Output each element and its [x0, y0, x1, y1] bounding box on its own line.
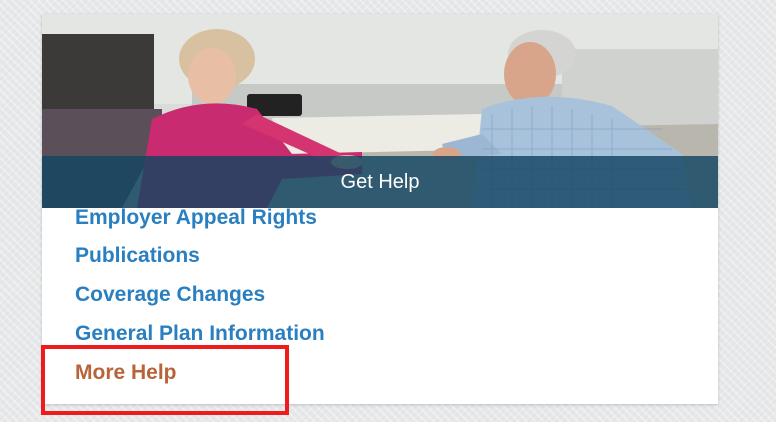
- get-help-caption-band[interactable]: Get Help: [42, 156, 718, 208]
- more-help-highlight-box: [41, 345, 289, 415]
- link-general-plan-information[interactable]: General Plan Information: [75, 322, 325, 346]
- link-coverage-changes[interactable]: Coverage Changes: [75, 283, 265, 307]
- get-help-title[interactable]: Get Help: [341, 171, 420, 194]
- get-help-photo[interactable]: Get Help: [42, 14, 718, 208]
- link-employer-appeal-rights[interactable]: Employer Appeal Rights: [75, 206, 317, 230]
- link-publications[interactable]: Publications: [75, 244, 200, 268]
